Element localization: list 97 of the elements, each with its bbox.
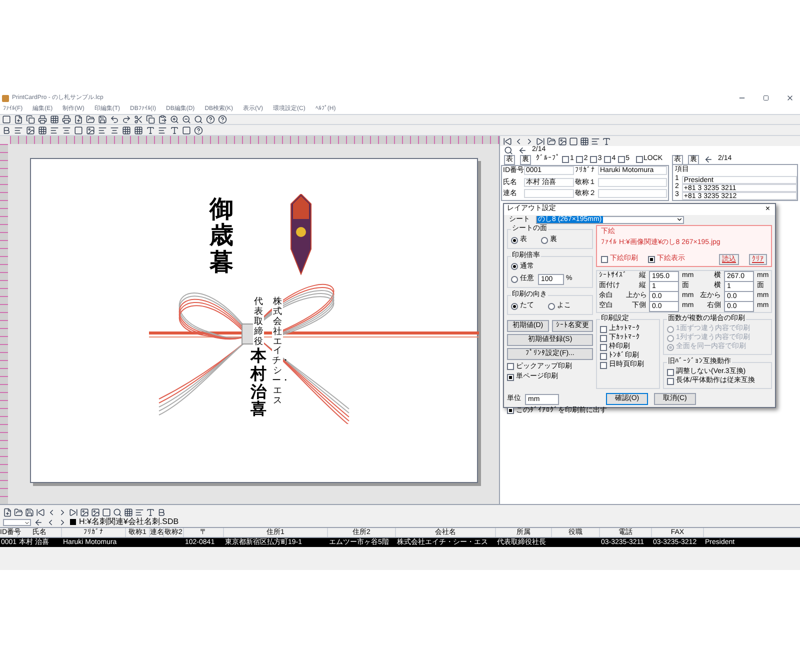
next-icon[interactable] [58,518,67,526]
radio-button[interactable] [548,302,555,310]
checkbox[interactable] [648,256,655,263]
db-toolbar-icon[interactable] [135,508,144,516]
db-toolbar-icon[interactable] [25,508,34,516]
checkbox[interactable] [618,156,625,163]
db-toolbar-icon[interactable] [146,508,155,516]
db-toolbar-icon[interactable] [3,508,12,516]
toolbar-icon[interactable] [50,126,59,134]
nav-icon[interactable] [558,136,567,146]
nav-icon[interactable] [580,136,589,146]
toolbar-icon[interactable] [158,126,167,134]
toolbar-icon[interactable] [74,115,83,124]
back-icon[interactable] [704,155,713,164]
toolbar-icon[interactable] [26,126,35,134]
db-toolbar-icon[interactable] [102,508,111,516]
checkbox[interactable] [600,335,607,342]
db-toolbar-icon[interactable] [157,508,166,516]
checkbox[interactable] [507,363,514,370]
toolbar-icon[interactable] [110,126,119,134]
toolbar-icon[interactable] [170,115,179,124]
dropdown-icon [676,216,683,224]
nav-icon[interactable] [602,136,611,146]
radio-button[interactable] [511,276,518,283]
toolbar-icon[interactable] [194,115,203,124]
database-path: H:¥名刺関連¥会社名刺.SDB [79,516,179,528]
close-icon[interactable] [786,94,794,102]
toolbar-icon[interactable] [122,115,131,124]
input-field[interactable] [598,189,667,198]
app-icon [2,94,9,102]
checkbox[interactable] [600,344,607,351]
checkbox[interactable] [604,156,611,163]
toolbar-icon[interactable] [182,115,191,124]
toolbar-icon[interactable] [86,126,95,134]
db-toolbar-icon[interactable] [91,508,100,516]
checkbox[interactable] [600,326,607,333]
radio-button[interactable] [511,263,518,270]
nav-icon[interactable] [569,136,578,146]
toolbar-icon[interactable] [14,126,23,134]
back-icon[interactable] [34,518,43,526]
input-field[interactable] [524,189,574,198]
db-toolbar-icon[interactable] [14,508,23,516]
db-toolbar-icon[interactable] [113,508,122,516]
person-name: 本村治喜 [249,348,268,419]
close-button[interactable]: × [763,205,772,214]
checkbox[interactable] [667,369,674,376]
greeting-text: 御歳暮 [207,197,236,276]
toolbar-icon[interactable] [122,126,131,134]
nav-icon[interactable] [536,136,545,146]
db-toolbar-icon[interactable] [124,508,133,516]
previous-icon[interactable] [46,518,55,526]
toolbar-icon[interactable] [98,126,107,134]
toolbar-icon[interactable] [134,115,143,124]
db-toolbar-icon[interactable] [36,508,45,516]
toolbar-icon[interactable] [26,115,35,124]
maximize-icon[interactable] [763,95,769,101]
toolbar-icon[interactable] [98,115,107,124]
toolbar-icon[interactable] [38,115,47,124]
nav-icon[interactable] [591,136,600,146]
checkbox[interactable] [507,407,514,414]
checkbox[interactable] [600,353,607,360]
input-field[interactable] [598,178,667,186]
toolbar-icon[interactable] [182,126,191,134]
toolbar-icon[interactable] [14,115,23,124]
nav-icon[interactable] [503,136,512,146]
toolbar-icon[interactable] [158,115,167,124]
toolbar-icon[interactable] [110,115,119,124]
toolbar-icon[interactable] [134,126,143,134]
toolbar-icon[interactable] [38,126,47,134]
radio-button[interactable] [541,236,548,244]
dropdown-icon [24,520,30,526]
db-toolbar-icon[interactable] [80,508,89,516]
job-title: 代表取締役 [253,297,264,346]
toolbar-icon[interactable] [146,126,155,134]
toolbar-icon[interactable] [170,126,179,134]
toolbar-icon[interactable] [218,115,227,124]
search-icon[interactable] [504,146,513,155]
toolbar-icon[interactable] [146,115,155,124]
checkbox[interactable] [590,156,597,163]
checkbox[interactable] [562,156,569,163]
toolbar-icon[interactable] [62,126,71,134]
toolbar-icon[interactable] [62,115,71,124]
checkbox[interactable] [576,156,583,163]
nav-icon[interactable] [547,136,556,146]
checkbox[interactable] [600,362,607,369]
square-icon [70,519,76,525]
toolbar-icon[interactable] [206,115,215,124]
radio-button[interactable] [511,302,518,310]
checkbox[interactable] [636,156,643,163]
toolbar-icon[interactable] [50,115,59,124]
checkbox[interactable] [507,374,514,381]
toolbar-icon[interactable] [194,126,203,134]
radio-button[interactable] [511,236,518,244]
back-icon[interactable] [518,146,527,155]
db-toolbar-icon[interactable] [69,508,78,516]
checkbox[interactable] [667,378,674,385]
checkbox[interactable] [601,256,608,263]
